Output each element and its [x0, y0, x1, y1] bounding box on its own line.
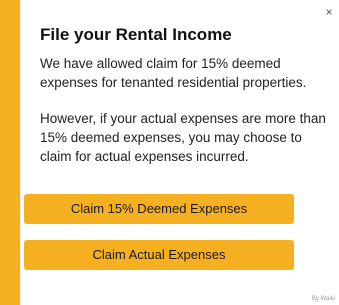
dialog-title: File your Rental Income — [40, 25, 232, 44]
deemed-expenses-info: We have allowed claim for 15% deemed exp… — [40, 56, 307, 90]
actual-expenses-info: However, if your actual expenses are mor… — [40, 111, 326, 164]
panel-edge-divider — [20, 0, 21, 305]
close-icon[interactable]: × — [323, 6, 335, 18]
claim-actual-expenses-button[interactable]: Claim Actual Expenses — [24, 240, 294, 270]
rental-income-dialog: File your Rental Income We have allowed … — [40, 24, 330, 166]
footer-attribution: By Walki — [311, 296, 335, 302]
page: × File your Rental Income We have allowe… — [0, 0, 339, 305]
left-accent-bar — [0, 0, 20, 305]
claim-deemed-expenses-button[interactable]: Claim 15% Deemed Expenses — [24, 194, 294, 224]
